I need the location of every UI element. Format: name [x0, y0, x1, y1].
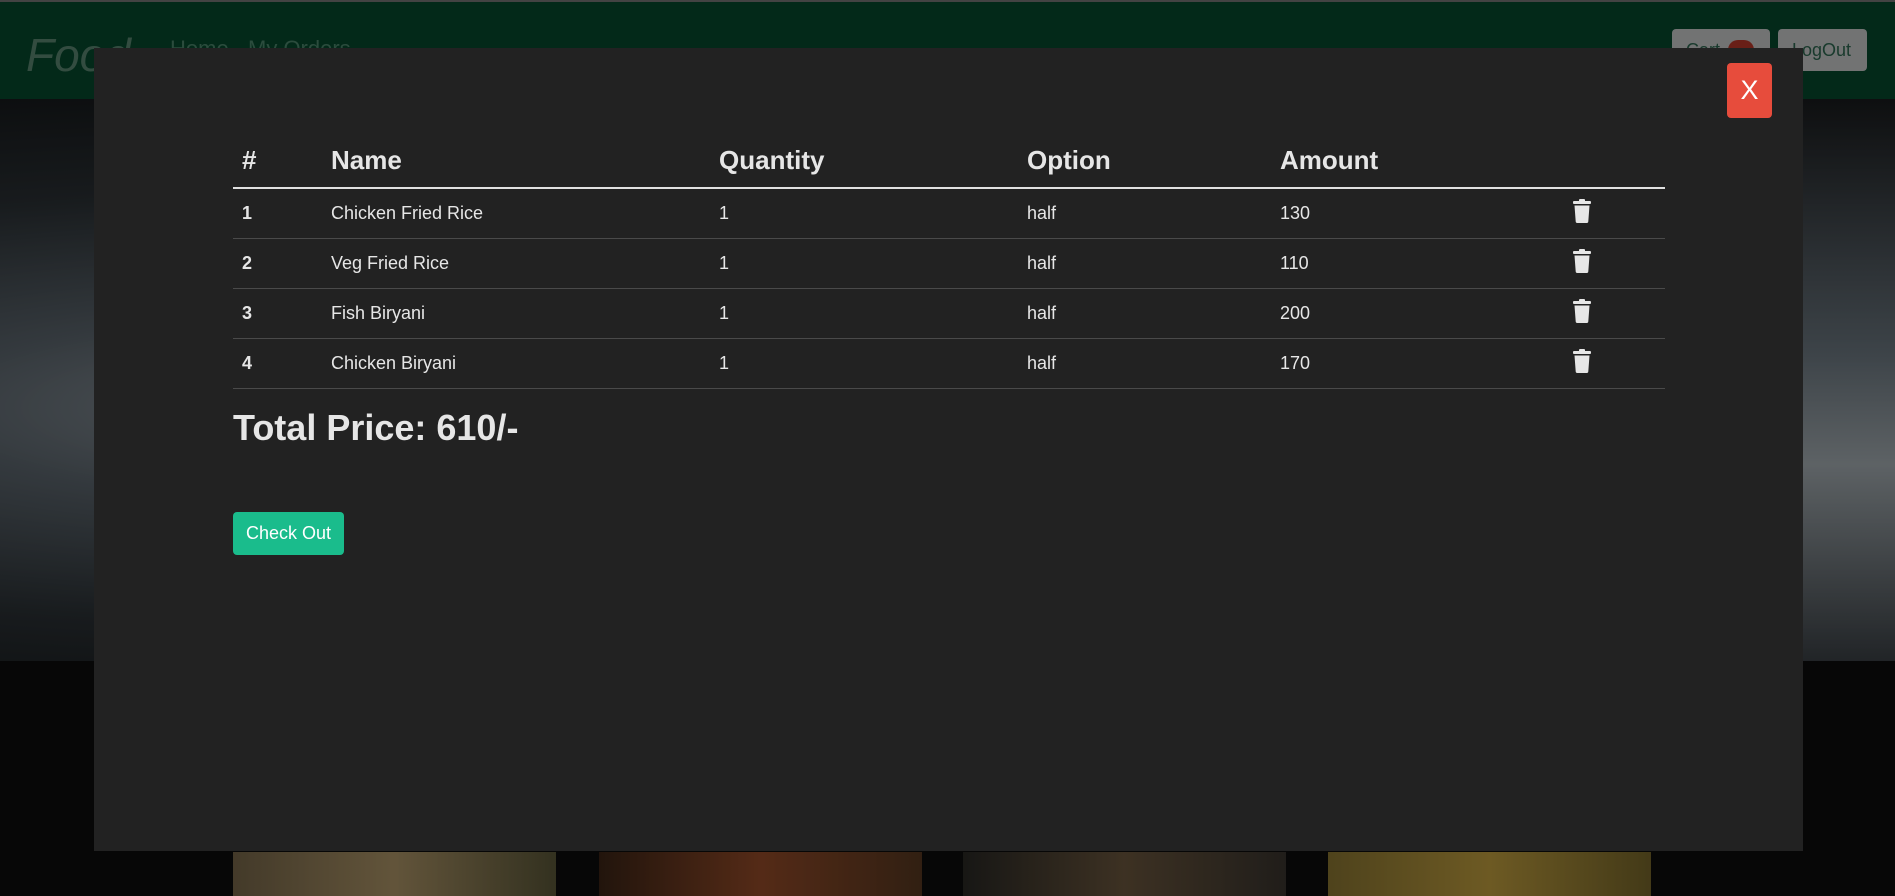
row-index: 3: [233, 288, 322, 339]
table-row: 1 Chicken Fried Rice 1 half 130: [233, 188, 1665, 239]
row-option: half: [1018, 338, 1271, 389]
row-option: half: [1018, 188, 1271, 239]
row-name: Veg Fried Rice: [322, 238, 710, 289]
table-row: 3 Fish Biryani 1 half 200: [233, 288, 1665, 339]
column-header-name: Name: [322, 134, 710, 189]
cart-modal: X # Name Quantity Option Amount 1 Chicke…: [94, 48, 1803, 851]
row-option: half: [1018, 288, 1271, 339]
table-row: 2 Veg Fried Rice 1 half 110: [233, 238, 1665, 289]
column-header-amount: Amount: [1271, 134, 1562, 189]
row-quantity: 1: [710, 188, 1018, 239]
column-header-quantity: Quantity: [710, 134, 1018, 189]
row-amount: 200: [1271, 288, 1562, 339]
table-header-row: # Name Quantity Option Amount: [233, 134, 1665, 189]
checkout-button[interactable]: Check Out: [233, 512, 344, 555]
trash-icon[interactable]: [1571, 348, 1593, 373]
trash-icon[interactable]: [1571, 198, 1593, 223]
row-index: 2: [233, 238, 322, 289]
close-modal-button[interactable]: X: [1727, 63, 1772, 118]
total-price: Total Price: 610/-: [233, 407, 519, 448]
table-row: 4 Chicken Biryani 1 half 170: [233, 338, 1665, 389]
trash-icon[interactable]: [1571, 298, 1593, 323]
row-actions: [1562, 188, 1665, 239]
row-name: Chicken Biryani: [322, 338, 710, 389]
row-option: half: [1018, 238, 1271, 289]
row-name: Fish Biryani: [322, 288, 710, 339]
column-header-index: #: [233, 134, 322, 189]
column-header-option: Option: [1018, 134, 1271, 189]
row-quantity: 1: [710, 288, 1018, 339]
row-quantity: 1: [710, 338, 1018, 389]
row-amount: 130: [1271, 188, 1562, 239]
row-amount: 170: [1271, 338, 1562, 389]
column-header-actions: [1562, 134, 1665, 189]
row-actions: [1562, 338, 1665, 389]
cart-table: # Name Quantity Option Amount 1 Chicken …: [233, 134, 1665, 389]
row-amount: 110: [1271, 238, 1562, 289]
row-name: Chicken Fried Rice: [322, 188, 710, 239]
row-index: 1: [233, 188, 322, 239]
row-index: 4: [233, 338, 322, 389]
row-quantity: 1: [710, 238, 1018, 289]
row-actions: [1562, 238, 1665, 289]
trash-icon[interactable]: [1571, 248, 1593, 273]
row-actions: [1562, 288, 1665, 339]
